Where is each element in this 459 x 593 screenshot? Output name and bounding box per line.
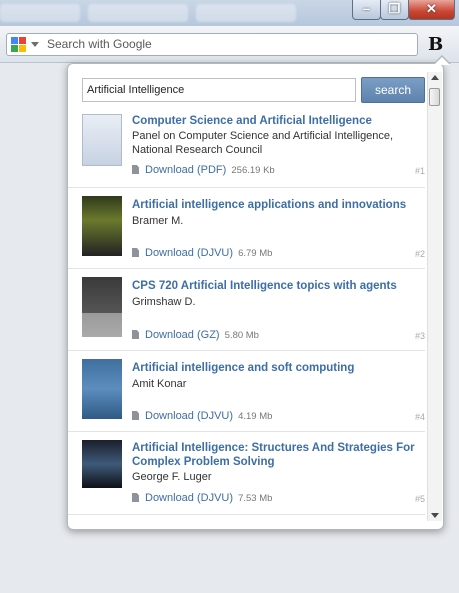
document-icon — [132, 330, 139, 339]
download-link[interactable]: Download (DJVU) 4.19 Mb — [132, 410, 272, 422]
blurred-tab[interactable] — [196, 4, 296, 22]
document-icon — [132, 248, 139, 257]
result-rank: #1 — [414, 166, 425, 176]
book-cover-image[interactable] — [82, 114, 122, 166]
result-title[interactable]: Artificial intelligence and soft computi… — [132, 361, 425, 375]
blurred-tab[interactable] — [0, 4, 80, 22]
result-title[interactable]: Artificial intelligence applications and… — [132, 198, 425, 212]
chevron-down-icon[interactable] — [31, 42, 39, 47]
maximize-button[interactable]: ❐ — [380, 0, 409, 20]
book-cover-image[interactable] — [82, 440, 122, 488]
result-author: Panel on Computer Science and Artificial… — [132, 130, 394, 156]
book-cover-image[interactable] — [82, 277, 122, 337]
result-author: George F. Luger — [132, 471, 212, 483]
search-button[interactable]: search — [361, 77, 425, 103]
file-size: 6.79 Mb — [238, 248, 273, 259]
bookmarklet-b-button[interactable]: B — [428, 34, 443, 55]
minimize-button[interactable]: – — [352, 0, 381, 20]
blurred-tab[interactable] — [88, 4, 188, 22]
download-link[interactable]: Download (DJVU) 7.53 Mb — [132, 492, 272, 504]
file-size: 5.80 Mb — [224, 330, 259, 341]
popup-scrollbar[interactable] — [427, 72, 442, 521]
result-rank: #4 — [414, 412, 425, 422]
minimize-icon: – — [362, 1, 371, 16]
result-title[interactable]: Computer Science and Artificial Intellig… — [132, 114, 425, 128]
result-rank: #5 — [414, 494, 425, 504]
result-rank: #2 — [414, 249, 425, 259]
search-popup: Artificial Intelligence search Computer … — [67, 55, 451, 530]
results-list: Computer Science and Artificial Intellig… — [68, 106, 425, 515]
file-size: 4.19 Mb — [238, 411, 273, 422]
close-icon: ✕ — [426, 1, 437, 16]
close-button[interactable]: ✕ — [408, 0, 455, 20]
download-link[interactable]: Download (PDF) 256.19 Kb — [132, 164, 275, 176]
download-link[interactable]: Download (GZ) 5.80 Mb — [132, 329, 259, 341]
google-icon[interactable] — [11, 37, 26, 52]
result-title[interactable]: CPS 720 Artificial Intelligence topics w… — [132, 279, 425, 293]
file-size: 256.19 Kb — [231, 165, 275, 176]
scroll-up-arrow-icon[interactable] — [431, 75, 439, 80]
result-item: Artificial Intelligence: Structures And … — [68, 432, 425, 515]
query-input[interactable]: Artificial Intelligence — [82, 78, 356, 102]
search-bar[interactable]: Search with Google — [6, 33, 418, 56]
file-size: 7.53 Mb — [238, 493, 273, 504]
document-icon — [132, 493, 139, 502]
result-item: Artificial intelligence and soft computi… — [68, 351, 425, 432]
download-link[interactable]: Download (DJVU) 6.79 Mb — [132, 247, 272, 259]
result-author: Amit Konar — [132, 378, 187, 390]
result-author: Grimshaw D. — [132, 296, 196, 308]
result-item: Computer Science and Artificial Intellig… — [68, 106, 425, 188]
restore-icon: ❐ — [388, 1, 401, 16]
browser-toolbar: Search with Google B — [0, 26, 459, 63]
document-icon — [132, 411, 139, 420]
result-author: Bramer M. — [132, 215, 184, 227]
result-title[interactable]: Artificial Intelligence: Structures And … — [132, 441, 425, 469]
search-placeholder[interactable]: Search with Google — [47, 37, 152, 51]
result-item: Artificial intelligence applications and… — [68, 188, 425, 269]
document-icon — [132, 165, 139, 174]
scroll-down-arrow-icon[interactable] — [431, 513, 439, 518]
book-cover-image[interactable] — [82, 196, 122, 256]
window-title-bar: – ❐ ✕ — [0, 0, 459, 26]
result-rank: #3 — [414, 331, 425, 341]
scrollbar-thumb[interactable] — [429, 88, 440, 106]
result-item: CPS 720 Artificial Intelligence topics w… — [68, 269, 425, 351]
book-cover-image[interactable] — [82, 359, 122, 419]
